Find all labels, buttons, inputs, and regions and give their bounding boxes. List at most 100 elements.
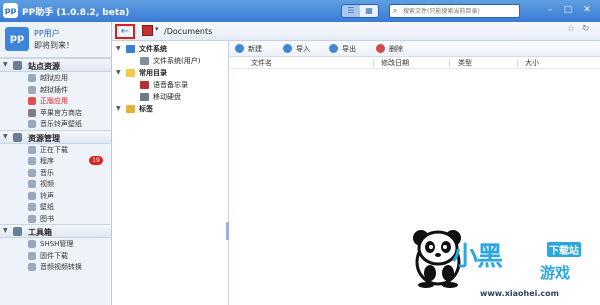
section-header-site-resources[interactable]: ▼ 站点资源 [0, 58, 111, 72]
sidebar-item-downloading[interactable]: 正在下载 [0, 144, 111, 156]
search-input[interactable] [403, 6, 518, 16]
book-icon [28, 214, 36, 223]
wallpaper-icon [28, 203, 36, 211]
section-title: 站点资源 [28, 62, 60, 71]
maximize-icon[interactable]: □ [561, 4, 575, 16]
avatar[interactable]: pp [5, 27, 29, 51]
tree-item-voice-memos[interactable]: 语音备忘录 [112, 79, 228, 91]
path-input[interactable] [164, 25, 574, 37]
sidebar-item-video[interactable]: 视频 [0, 178, 111, 190]
sidebar-item-jailbreak-plugins[interactable]: 越狱插件 [0, 84, 111, 96]
pp-logo-icon: pp [3, 3, 18, 18]
sidebar-item-label: 音频视频转换 [40, 263, 82, 271]
voice-memo-icon [140, 81, 149, 89]
title-bar: pp PP助手 (1.0.8.2, beta) ☰ ▦ ⌕ – □ ✕ [0, 0, 600, 22]
device-icon[interactable] [142, 25, 153, 36]
sidebar-item-label: 程序 [40, 157, 54, 165]
expand-triangle-icon[interactable]: ▼ [3, 61, 8, 68]
star-icon[interactable]: ☆ [567, 24, 575, 34]
sidebar-item-shsh[interactable]: SHSH管理 [0, 238, 111, 250]
column-divider[interactable] [449, 58, 450, 67]
new-icon [235, 44, 244, 53]
column-header-filename[interactable]: 文件名 [251, 58, 272, 68]
tree-item-filesystem-user[interactable]: 文件系统(用户) [112, 55, 228, 67]
tree-item-common-dirs[interactable]: ▼ 常用目录 [112, 67, 228, 79]
column-header-type[interactable]: 类型 [458, 58, 472, 68]
tree-item-mobile-disk[interactable]: 移动硬盘 [112, 91, 228, 103]
app-title: PP助手 (1.0.8.2, beta) [22, 8, 130, 18]
sidebar-item-genuine-apps[interactable]: 正版应用 [0, 95, 111, 107]
column-divider[interactable] [373, 58, 374, 67]
search-icon: ⌕ [393, 6, 398, 15]
refresh-icon[interactable]: ↻ [582, 24, 590, 34]
user-name[interactable]: PP用户 [34, 28, 60, 39]
back-arrow-icon: ← [120, 26, 130, 37]
sidebar-item-label: 铃声 [40, 191, 54, 200]
tree-item-label: 文件系统 [139, 45, 167, 53]
expand-triangle-icon[interactable]: ▼ [3, 227, 8, 234]
app-icon [28, 74, 36, 82]
watermark-url: www.xiaohei.com [480, 289, 559, 298]
tree-item-tags[interactable]: ▼ 标签 [112, 103, 228, 115]
music-icon [28, 168, 36, 177]
tree-item-label: 移动硬盘 [153, 93, 181, 101]
user-subtitle: 即将到来！ [34, 41, 74, 50]
column-header-size[interactable]: 大小 [525, 58, 539, 68]
grid-view-icon[interactable]: ▦ [360, 5, 378, 17]
search-box[interactable]: ⌕ [389, 4, 520, 18]
watermark-brand: 小黑 [452, 242, 503, 272]
apple-icon [28, 108, 36, 117]
sidebar-item-books[interactable]: 图书 [0, 213, 111, 225]
expand-triangle-icon[interactable]: ▼ [116, 45, 121, 52]
expand-triangle-icon[interactable]: ▼ [3, 133, 8, 140]
sidebar-item-label: 正在下载 [40, 145, 68, 154]
sidebar-item-jailbreak-apps[interactable]: 越狱应用 [0, 72, 111, 84]
list-view-icon[interactable]: ☰ [342, 5, 360, 17]
sidebar-item-label: 越狱应用 [40, 74, 68, 82]
section-header-resource-management[interactable]: ▼ 资源管理 [0, 129, 111, 144]
chevron-down-icon[interactable]: ▾ [155, 25, 159, 33]
expand-triangle-icon[interactable]: ▼ [116, 69, 121, 76]
hard-disk-icon [140, 93, 149, 101]
plugin-icon [28, 85, 36, 94]
sidebar-item-av-convert[interactable]: 音频视频转换 [0, 261, 111, 273]
sidebar-item-label: 音乐铃声壁纸 [40, 120, 82, 128]
close-icon[interactable]: ✕ [580, 4, 594, 16]
new-label: 新建 [248, 45, 262, 53]
sidebar-item-apple-store[interactable]: 苹果官方商店 [0, 107, 111, 119]
folder-tree: ▼ 文件系统 文件系统(用户) ▼ 常用目录 语音备忘录 移动硬盘 ▼ 标签 [112, 41, 229, 305]
firmware-icon [28, 251, 36, 260]
import-label: 导入 [296, 45, 310, 53]
home-icon [13, 61, 22, 70]
sidebar-item-music-wallpaper[interactable]: 音乐铃声壁纸 [0, 118, 111, 130]
sidebar-item-music[interactable]: 音乐 [0, 167, 111, 179]
drive-icon [140, 57, 149, 65]
file-table-header: 文件名 修改日期 类型 大小 [229, 57, 600, 69]
export-label: 导出 [342, 45, 356, 53]
shsh-icon [28, 240, 36, 248]
expand-triangle-icon[interactable]: ▼ [116, 105, 121, 112]
folder-icon [126, 69, 135, 77]
column-header-modified[interactable]: 修改日期 [381, 58, 409, 68]
download-icon [28, 145, 36, 154]
view-toggle[interactable]: ☰ ▦ [341, 4, 379, 18]
sidebar: pp PP用户 即将到来！ ▼ 站点资源 越狱应用 越狱插件 正版应用 苹果官方… [0, 22, 112, 305]
ringtone-icon [28, 191, 36, 200]
watermark-game: 游戏 [540, 264, 571, 282]
tree-item-filesystem[interactable]: ▼ 文件系统 [112, 43, 228, 55]
minimize-icon[interactable]: – [543, 4, 557, 16]
user-box[interactable]: pp PP用户 即将到来！ [0, 22, 111, 58]
sidebar-item-firmware[interactable]: 固件下载 [0, 250, 111, 262]
back-button[interactable]: ← [115, 24, 135, 39]
section-header-toolbox[interactable]: ▼ 工具箱 [0, 224, 111, 238]
sidebar-item-label: 固件下载 [40, 251, 68, 260]
export-icon [329, 44, 338, 53]
import-icon [283, 44, 292, 53]
column-divider[interactable] [517, 58, 518, 67]
sidebar-item-wallpapers[interactable]: 壁纸 [0, 201, 111, 213]
tree-item-label: 文件系统(用户) [153, 57, 201, 65]
sidebar-item-ringtones[interactable]: 铃声 [0, 190, 111, 202]
manage-icon [13, 132, 22, 142]
sidebar-item-programs[interactable]: 程序 19 [0, 155, 111, 167]
computer-icon [126, 45, 135, 53]
